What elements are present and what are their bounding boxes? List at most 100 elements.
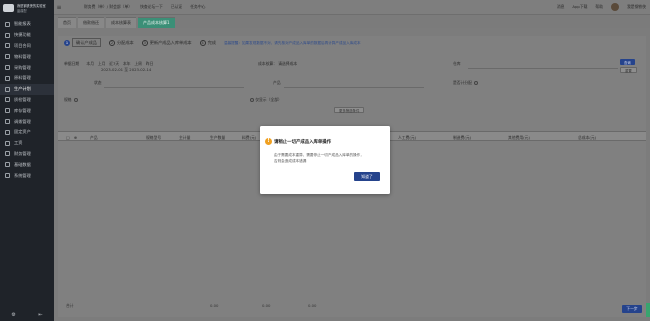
unit-radio[interactable] <box>473 81 478 85</box>
tab-loans[interactable]: 借款借还 <box>78 17 104 28</box>
product-input[interactable] <box>284 87 424 88</box>
sidebar-item-6[interactable]: 生产计划 <box>0 83 54 95</box>
unit-label: 是否计分配 <box>453 80 472 85</box>
menu-item-icon <box>5 162 10 168</box>
sidebar-item-label: 系统管理 <box>14 172 31 178</box>
col-quantity: 生产数量 <box>210 135 226 140</box>
sidebar-item-3[interactable]: 物料管理 <box>0 51 54 62</box>
verified-badge[interactable]: 已认证 <box>171 4 182 10</box>
sidebar-item-9[interactable]: 调拨管理 <box>0 116 54 127</box>
menu-item-icon <box>5 97 10 103</box>
task-center-link[interactable]: 任务中心 <box>190 4 205 10</box>
feedback-tab[interactable] <box>646 303 650 317</box>
status-label: 状态 <box>94 80 102 85</box>
sidebar-item-7[interactable]: 质检管理 <box>0 95 54 106</box>
col-spec: 规格型号 <box>146 135 162 140</box>
sidebar-footer: ⚙ ⇤ <box>0 309 54 321</box>
sidebar-item-label: 质检管理 <box>14 96 31 102</box>
warehouse-input[interactable] <box>468 68 618 69</box>
date-range[interactable]: 2023-02-01 至 2023-02-14 <box>101 67 151 73</box>
forum-link[interactable]: 快查论坛一下 <box>140 4 163 10</box>
dialog-message: 由于需要成本重算，需要停止一切产成品入库单的操作， 否则会造成成本错漏 <box>274 153 384 164</box>
sidebar-item-label: 固定资产 <box>14 129 31 135</box>
spec-radio[interactable] <box>73 98 78 102</box>
top-bar: ≡ 财务费（单）/ 财会部（单） 快查论坛一下 已认证 任务中心 消息 App下… <box>54 0 650 15</box>
sidebar-item-11[interactable]: 工资 <box>0 138 54 149</box>
avatar[interactable] <box>611 3 620 11</box>
sidebar-item-5[interactable]: 原料管理 <box>0 73 54 84</box>
sidebar-item-0[interactable]: 智能报表 <box>0 19 54 30</box>
sidebar-item-13[interactable]: 基础数据 <box>0 159 54 170</box>
check-radio[interactable] <box>250 98 254 102</box>
product-label: 产品 <box>273 80 281 85</box>
sidebar-item-label: 库存管理 <box>14 107 31 113</box>
settings-icon[interactable]: ⚙ <box>11 312 15 318</box>
footer-label: 合计 <box>66 303 74 308</box>
step-4: 4 完成 <box>199 40 216 46</box>
status-input[interactable] <box>104 87 244 88</box>
sidebar-menu: 智能报表 快捷功能 项目合同物料管理采购管理原料管理生产计划质检管理库存管理调拨管理… <box>0 19 54 181</box>
menu-item-icon <box>5 86 10 92</box>
sidebar-item-10[interactable]: 固定资产 <box>0 127 54 138</box>
sidebar-item-label: 基础数据 <box>14 161 31 167</box>
step-1: 1 确认产成品 <box>64 38 101 47</box>
menu-item-icon <box>5 119 10 125</box>
sidebar-item-label: 项目合同 <box>14 42 31 48</box>
doc-select[interactable]: 请选择成本 <box>278 61 297 66</box>
top-bar-left: 财务费（单）/ 财会部（单） 快查论坛一下 已认证 任务中心 <box>84 4 205 10</box>
brand-subtitle: 晶鼎配 <box>17 9 27 13</box>
help-link[interactable]: 帮助 <box>595 4 603 10</box>
sidebar-item-12[interactable]: 财务管理 <box>0 149 54 160</box>
tab-cost-table[interactable]: 成本核算表 <box>106 17 136 28</box>
sidebar-item-2[interactable]: 项目合同 <box>0 41 54 52</box>
date-quick-options[interactable]: 本月 上月 近7天 本年 上周 昨日 <box>86 61 153 66</box>
sidebar-item-8[interactable]: 库存管理 <box>0 105 54 116</box>
doc-label: 成本核算： <box>258 61 277 66</box>
next-step-button[interactable]: 下一步 <box>622 305 642 313</box>
sidebar-item-4[interactable]: 采购管理 <box>0 62 54 73</box>
reset-button[interactable]: 重置 <box>620 67 637 73</box>
step-indicator: 1 确认产成品 2 分配成本 3 更新产成品入库单成本 4 完成 温馨提醒：如果发现数据… <box>64 38 361 47</box>
footer-total: 0.00 <box>308 303 317 308</box>
col-labor: 人工费(元) <box>398 135 417 140</box>
app-download-link[interactable]: App下载 <box>572 4 587 10</box>
footer-material: 0.00 <box>262 303 271 308</box>
tab-product-cost[interactable]: 产品成本核算1 <box>138 17 175 28</box>
menu-item-icon <box>5 108 10 114</box>
spec-label: 规格 <box>64 97 72 102</box>
sidebar-item-label: 财务管理 <box>14 150 31 156</box>
warning-icon: ! <box>265 138 272 145</box>
col-product: 产品 <box>90 135 98 140</box>
step-3: 3 更新产成品入库单成本 <box>141 40 192 46</box>
sidebar-item-14[interactable]: 系统管理 <box>0 170 54 181</box>
row-index-icon: ⊕ <box>74 135 78 140</box>
unit-filter: 是否计分配 <box>453 80 478 86</box>
sidebar-item-label: 工资 <box>14 140 23 146</box>
more-filters-button[interactable]: 更多筛选条件 <box>334 107 365 113</box>
hint-link[interactable]: 温馨提醒：如果发现数据不对，请先核对产成品入库单的数据后再计算产成品入库成本 <box>224 41 361 46</box>
brand-logo[interactable]: 我是钢铁侠的实验室 晶鼎配 <box>3 3 51 17</box>
collapse-sidebar-icon[interactable]: ⇤ <box>38 312 42 318</box>
step-2: 2 分配成本 <box>108 40 134 46</box>
sidebar-item-label: 生产计划 <box>14 86 31 92</box>
doc-filter: 成本核算： 请选择成本 <box>258 61 297 67</box>
menu-toggle-icon[interactable]: ≡ <box>54 4 64 11</box>
sidebar-item-label: 采购管理 <box>14 64 31 70</box>
menu-item-icon <box>5 173 10 179</box>
top-bar-right: 消息 App下载 帮助 我是钢铁侠 <box>557 3 646 11</box>
menu-item-icon <box>5 129 10 135</box>
menu-item-icon <box>5 21 10 27</box>
messages-link[interactable]: 消息 <box>557 4 565 10</box>
select-all-checkbox[interactable]: □ <box>66 135 70 140</box>
col-manufacturing: 制造费(元) <box>453 135 472 140</box>
acknowledge-button[interactable]: 知道了 <box>354 172 380 181</box>
sidebar-item-1[interactable]: 快捷功能 <box>0 30 54 41</box>
table-footer: 合计 0.00 0.00 0.00 <box>58 301 646 309</box>
menu-item-icon <box>5 43 10 49</box>
user-name[interactable]: 我是钢铁侠 <box>627 4 646 10</box>
tab-home[interactable]: 首页 <box>58 17 76 28</box>
date-label: 单据日期 <box>64 61 80 66</box>
warning-dialog: ! 请稍止一切产成品入库单操作 由于需要成本重算，需要停止一切产成品入库单的操作… <box>260 126 390 194</box>
account-selector[interactable]: 财务费（单）/ 财会部（单） <box>84 4 132 10</box>
query-button[interactable]: 查询 <box>620 59 635 65</box>
